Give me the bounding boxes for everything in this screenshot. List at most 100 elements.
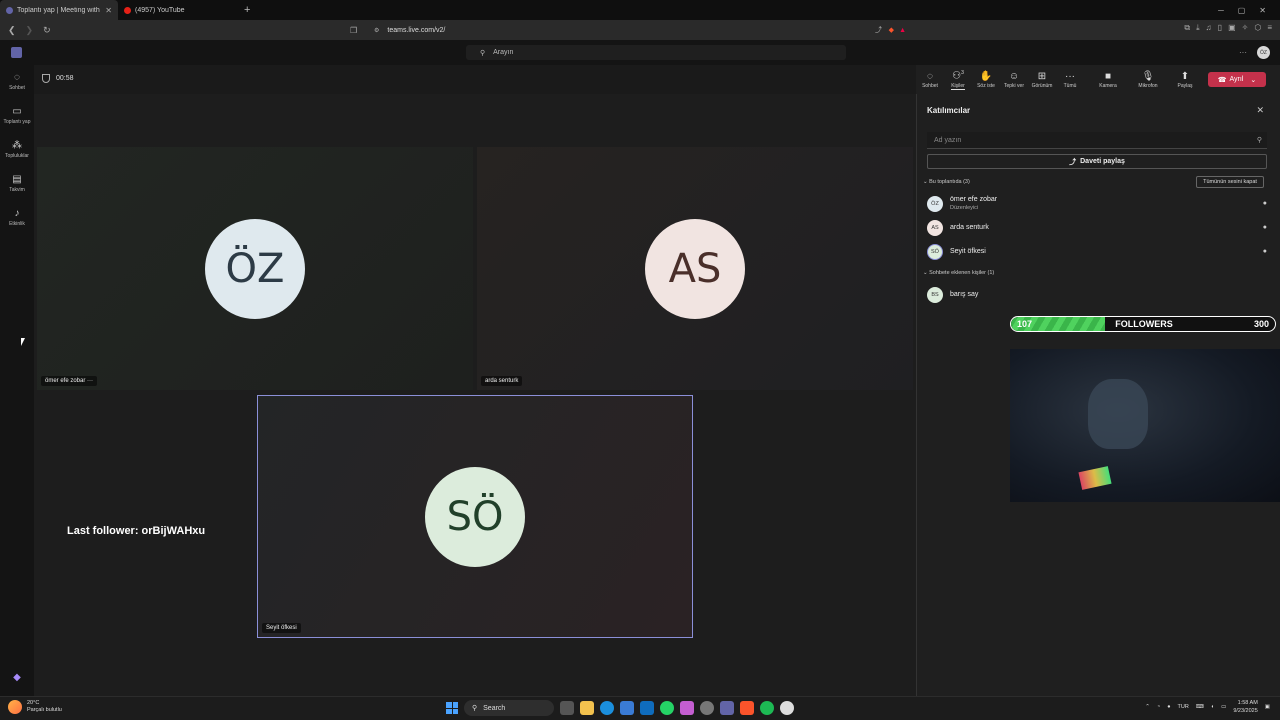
view-button[interactable]: ⊞ Görünüm xyxy=(1028,71,1056,89)
rail-item-activity[interactable]: ♪ Etkinlik xyxy=(0,208,34,227)
site-info-icon[interactable]: ⚙ xyxy=(374,27,379,34)
participant-name: arda senturk xyxy=(950,224,989,231)
leave-button[interactable]: ☎ Ayrıl ⌄ xyxy=(1208,72,1266,87)
camera-button[interactable]: ■ Kamera xyxy=(1088,71,1128,89)
avatar: SÖ xyxy=(927,244,943,260)
rail-item-meet[interactable]: ▭ Toplantı yap xyxy=(0,106,34,125)
menu-icon[interactable]: ≡ xyxy=(1267,23,1272,33)
rail-label: Sohbet xyxy=(9,85,25,91)
browser-tab-youtube[interactable]: (4957) YouTube xyxy=(118,0,236,20)
media-icon[interactable]: ♫ xyxy=(1206,23,1212,33)
participant-row[interactable]: ÖZ ömer efe zobar Düzenleyici ● xyxy=(927,194,1267,214)
taskbar-apps: ⚲ Search xyxy=(446,700,794,716)
browser-tab-teams[interactable]: Toplantı yap | Meeting with o ✕ xyxy=(0,0,118,20)
outlook-icon[interactable] xyxy=(640,701,654,715)
rail-item-communities[interactable]: ⁂ Topluluklar xyxy=(0,140,34,159)
clock[interactable]: 1:58 AM 9/23/2025 xyxy=(1233,699,1257,715)
participant-avatar: SÖ xyxy=(425,466,525,567)
tab-title: Toplantı yap | Meeting with o xyxy=(17,6,102,14)
section-in-meeting[interactable]: ⌄ Bu toplantıda (3) xyxy=(923,179,970,185)
brave-icon[interactable] xyxy=(740,701,754,715)
rail-item-calendar[interactable]: ▤ Takvim xyxy=(0,174,34,193)
close-window-icon[interactable]: ✕ xyxy=(1259,6,1266,15)
topbar-right: ··· ÖZ xyxy=(1239,46,1270,59)
url-field[interactable]: ❒ ⚙ teams.live.com/v2/ ⤴ ◆ ▲ xyxy=(350,22,912,38)
teams-topbar: ⚲ Arayın ··· ÖZ xyxy=(0,40,1280,65)
user-avatar[interactable]: ÖZ xyxy=(1257,46,1270,59)
participant-row[interactable]: SÖ Seyit öfkesi ● xyxy=(927,242,1267,262)
participant-tile[interactable]: ÖZ ömer efe zobar ··· xyxy=(37,147,473,390)
people-button[interactable]: ⚇3 Kişiler xyxy=(944,70,972,90)
share-icon: ⬆ xyxy=(1180,70,1190,82)
chat-icon: ◌ xyxy=(14,72,20,83)
file-explorer-icon[interactable] xyxy=(580,701,594,715)
participant-avatar: ÖZ xyxy=(205,218,305,319)
avatar: BS xyxy=(927,287,943,303)
weather-widget[interactable]: 20°C Parçalı bulutlu xyxy=(8,700,62,714)
back-icon[interactable]: ❮ xyxy=(8,25,16,36)
participant-search-input[interactable]: Ad yazın xyxy=(927,132,1267,149)
raise-hand-icon: ✋ xyxy=(979,70,993,82)
teams-search-input[interactable]: ⚲ Arayın xyxy=(466,45,846,60)
section-chat-added[interactable]: ⌄ Sohbete eklenen kişiler (1) xyxy=(923,270,994,276)
chevron-up-icon[interactable]: ⌃ xyxy=(1145,704,1150,710)
forward-icon[interactable]: ❯ xyxy=(26,25,34,36)
teams-icon[interactable] xyxy=(720,701,734,715)
network-icon[interactable]: ⌨ xyxy=(1196,704,1204,710)
spotify-icon[interactable] xyxy=(760,701,774,715)
brave-rewards-icon[interactable]: ▲ xyxy=(899,27,906,34)
more-options-icon[interactable]: ··· xyxy=(1239,48,1247,57)
language-indicator[interactable]: TUR xyxy=(1178,704,1189,710)
vpn-icon[interactable]: ⬡ xyxy=(1254,23,1261,33)
browser-toolbar: ⧉ ⤓ ♫ ▯ ▣ ✧ ⬡ ≡ xyxy=(1184,23,1272,33)
share-invite-button[interactable]: ⤴ Daveti paylaş xyxy=(927,154,1267,169)
rail-item-chat[interactable]: ◌ Sohbet xyxy=(0,72,34,91)
store-icon[interactable] xyxy=(620,701,634,715)
chat-button[interactable]: ◌ Sohbet xyxy=(916,71,944,89)
notification-icon[interactable]: ▣ xyxy=(1265,704,1270,710)
battery-icon[interactable]: ▭ xyxy=(1221,704,1226,710)
wifi-icon[interactable]: ◔ xyxy=(1157,704,1160,710)
mic-tray-icon[interactable]: ● xyxy=(1167,704,1170,710)
taskbar-search[interactable]: ⚲ Search xyxy=(464,700,554,716)
task-view-icon[interactable] xyxy=(560,701,574,715)
close-icon[interactable]: ✕ xyxy=(1256,105,1264,116)
reload-icon[interactable]: ↻ xyxy=(43,25,51,36)
participant-row[interactable]: AS arda senturk ● xyxy=(927,218,1267,238)
react-button[interactable]: ☺ Tepki ver xyxy=(1000,71,1028,89)
whatsapp-icon[interactable] xyxy=(660,701,674,715)
windows-start-icon[interactable] xyxy=(446,702,458,714)
brave-shield-icon[interactable]: ◆ xyxy=(889,26,894,34)
chatgpt-icon[interactable] xyxy=(780,701,794,715)
sidebar-icon[interactable]: ▯ xyxy=(1218,23,1222,33)
chevron-down-icon[interactable]: ⌄ xyxy=(1250,76,1256,84)
copilot-icon[interactable] xyxy=(680,701,694,715)
participant-tile[interactable]: AS arda senturk xyxy=(477,147,913,390)
participant-name: ömer efe zobar xyxy=(950,196,998,203)
participant-row[interactable]: BS barış say xyxy=(927,285,1267,305)
minimize-icon[interactable]: ─ xyxy=(1218,6,1224,15)
phone-hangup-icon: ☎ xyxy=(1217,76,1227,84)
maximize-icon[interactable]: ▢ xyxy=(1238,6,1246,15)
wallet-icon[interactable]: ▣ xyxy=(1228,23,1236,33)
raise-hand-button[interactable]: ✋ Söz iste xyxy=(972,71,1000,89)
rail-item-premium[interactable]: ◆ xyxy=(0,672,34,685)
mute-all-button[interactable]: Tümünün sesini kapat xyxy=(1196,176,1264,188)
close-tab-icon[interactable]: ✕ xyxy=(105,6,112,15)
mic-button[interactable]: 🎙 Mikrofon xyxy=(1128,71,1168,89)
participant-tile-active[interactable]: SÖ Seyit öfkesi xyxy=(257,395,693,638)
volume-icon[interactable]: ◖ xyxy=(1211,704,1214,710)
new-tab-icon[interactable]: + xyxy=(236,4,258,16)
edge-icon[interactable] xyxy=(600,701,614,715)
share-page-icon[interactable]: ⤴ xyxy=(875,25,882,35)
bookmark-icon[interactable]: ❒ xyxy=(350,26,357,35)
leo-icon[interactable]: ✧ xyxy=(1242,23,1249,33)
rail-label: Topluluklar xyxy=(5,153,29,159)
more-button[interactable]: ··· Tümü xyxy=(1056,71,1084,89)
download-icon[interactable]: ⤓ xyxy=(1196,23,1200,33)
share-button[interactable]: ⬆ Paylaş xyxy=(1168,71,1202,89)
tab-title: (4957) YouTube xyxy=(135,6,185,14)
share-icon: ⤴ xyxy=(1069,158,1077,166)
settings-gear-icon[interactable] xyxy=(700,701,714,715)
extensions-icon[interactable]: ⧉ xyxy=(1184,23,1190,33)
